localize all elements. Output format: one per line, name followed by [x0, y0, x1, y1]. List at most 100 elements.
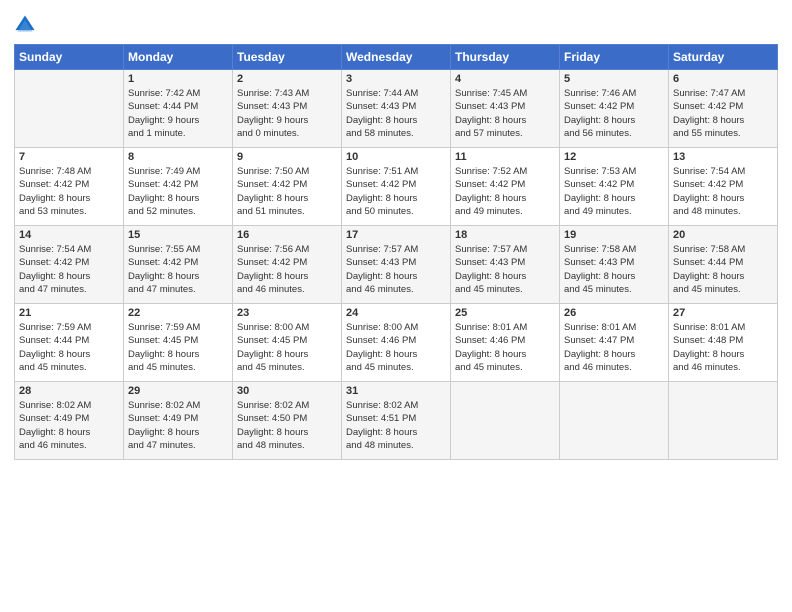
calendar-cell: 26 Sunrise: 8:01 AM Sunset: 4:47 PM Dayli…: [560, 304, 669, 382]
calendar-cell: 27 Sunrise: 8:01 AM Sunset: 4:48 PM Dayli…: [669, 304, 778, 382]
day-info: Sunrise: 7:57 AM Sunset: 4:43 PM Dayligh…: [346, 243, 446, 296]
day-info: Sunrise: 7:59 AM Sunset: 4:44 PM Dayligh…: [19, 321, 119, 374]
day-number: 29: [128, 385, 228, 397]
day-number: 20: [673, 229, 773, 241]
calendar-cell: [669, 382, 778, 460]
day-number: 9: [237, 151, 337, 163]
day-number: 15: [128, 229, 228, 241]
week-row-3: 14 Sunrise: 7:54 AM Sunset: 4:42 PM Dayli…: [15, 226, 778, 304]
calendar-cell: 3 Sunrise: 7:44 AM Sunset: 4:43 PM Daylig…: [342, 70, 451, 148]
calendar-cell: 10Sunrise: 7:51 AM Sunset: 4:42 PM Dayli…: [342, 148, 451, 226]
calendar-cell: 30Sunrise: 8:02 AM Sunset: 4:50 PM Dayli…: [233, 382, 342, 460]
day-info: Sunrise: 7:57 AM Sunset: 4:43 PM Dayligh…: [455, 243, 555, 296]
day-info: Sunrise: 7:58 AM Sunset: 4:44 PM Dayligh…: [673, 243, 773, 296]
day-header-sunday: Sunday: [15, 45, 124, 70]
day-number: 5: [564, 73, 664, 85]
calendar-cell: 5 Sunrise: 7:46 AM Sunset: 4:42 PM Daylig…: [560, 70, 669, 148]
calendar-cell: 22 Sunrise: 7:59 AM Sunset: 4:45 PM Dayli…: [124, 304, 233, 382]
calendar-cell: [560, 382, 669, 460]
calendar-cell: 18 Sunrise: 7:57 AM Sunset: 4:43 PM Dayli…: [451, 226, 560, 304]
day-info: Sunrise: 7:59 AM Sunset: 4:45 PM Dayligh…: [128, 321, 228, 374]
calendar-cell: 21 Sunrise: 7:59 AM Sunset: 4:44 PM Dayli…: [15, 304, 124, 382]
day-number: 12: [564, 151, 664, 163]
day-number: 13: [673, 151, 773, 163]
calendar-cell: 6Sunrise: 7:47 AM Sunset: 4:42 PM Daylig…: [669, 70, 778, 148]
calendar-cell: 15 Sunrise: 7:55 AM Sunset: 4:42 PM Dayli…: [124, 226, 233, 304]
day-number: 26: [564, 307, 664, 319]
day-header-saturday: Saturday: [669, 45, 778, 70]
main-container: SundayMondayTuesdayWednesdayThursdayFrid…: [0, 0, 792, 470]
calendar-cell: 8 Sunrise: 7:49 AM Sunset: 4:42 PM Daylig…: [124, 148, 233, 226]
day-info: Sunrise: 7:49 AM Sunset: 4:42 PM Dayligh…: [128, 165, 228, 218]
calendar-cell: 17 Sunrise: 7:57 AM Sunset: 4:43 PM Dayli…: [342, 226, 451, 304]
day-info: Sunrise: 7:53 AM Sunset: 4:42 PM Dayligh…: [564, 165, 664, 218]
day-header-wednesday: Wednesday: [342, 45, 451, 70]
logo: [14, 14, 40, 36]
day-info: Sunrise: 8:02 AM Sunset: 4:49 PM Dayligh…: [128, 399, 228, 452]
calendar-cell: 31 Sunrise: 8:02 AM Sunset: 4:51 PM Dayli…: [342, 382, 451, 460]
day-number: 10: [346, 151, 446, 163]
day-info: Sunrise: 8:01 AM Sunset: 4:48 PM Dayligh…: [673, 321, 773, 374]
day-info: Sunrise: 7:46 AM Sunset: 4:42 PM Dayligh…: [564, 87, 664, 140]
day-info: Sunrise: 7:56 AM Sunset: 4:42 PM Dayligh…: [237, 243, 337, 296]
day-number: 14: [19, 229, 119, 241]
calendar-cell: [451, 382, 560, 460]
logo-icon: [14, 14, 36, 36]
calendar-cell: 29 Sunrise: 8:02 AM Sunset: 4:49 PM Dayli…: [124, 382, 233, 460]
day-number: 19: [564, 229, 664, 241]
day-info: Sunrise: 8:00 AM Sunset: 4:45 PM Dayligh…: [237, 321, 337, 374]
day-number: 24: [346, 307, 446, 319]
calendar-cell: 19 Sunrise: 7:58 AM Sunset: 4:43 PM Dayli…: [560, 226, 669, 304]
calendar-cell: 20 Sunrise: 7:58 AM Sunset: 4:44 PM Dayli…: [669, 226, 778, 304]
calendar-cell: 13 Sunrise: 7:54 AM Sunset: 4:42 PM Dayli…: [669, 148, 778, 226]
day-number: 3: [346, 73, 446, 85]
day-number: 21: [19, 307, 119, 319]
calendar-cell: 16 Sunrise: 7:56 AM Sunset: 4:42 PM Dayli…: [233, 226, 342, 304]
day-info: Sunrise: 7:54 AM Sunset: 4:42 PM Dayligh…: [19, 243, 119, 296]
day-number: 22: [128, 307, 228, 319]
day-number: 30: [237, 385, 337, 397]
day-number: 1: [128, 73, 228, 85]
day-number: 31: [346, 385, 446, 397]
calendar-cell: 4Sunrise: 7:45 AM Sunset: 4:43 PM Daylig…: [451, 70, 560, 148]
day-number: 23: [237, 307, 337, 319]
header-row: SundayMondayTuesdayWednesdayThursdayFrid…: [15, 45, 778, 70]
day-info: Sunrise: 7:50 AM Sunset: 4:42 PM Dayligh…: [237, 165, 337, 218]
day-info: Sunrise: 8:00 AM Sunset: 4:46 PM Dayligh…: [346, 321, 446, 374]
calendar-cell: 14 Sunrise: 7:54 AM Sunset: 4:42 PM Dayli…: [15, 226, 124, 304]
day-info: Sunrise: 8:02 AM Sunset: 4:51 PM Dayligh…: [346, 399, 446, 452]
calendar-table: SundayMondayTuesdayWednesdayThursdayFrid…: [14, 44, 778, 460]
day-number: 16: [237, 229, 337, 241]
day-number: 25: [455, 307, 555, 319]
day-number: 27: [673, 307, 773, 319]
day-number: 11: [455, 151, 555, 163]
day-number: 18: [455, 229, 555, 241]
calendar-cell: 7 Sunrise: 7:48 AM Sunset: 4:42 PM Daylig…: [15, 148, 124, 226]
day-info: Sunrise: 7:47 AM Sunset: 4:42 PM Dayligh…: [673, 87, 773, 140]
calendar-cell: [15, 70, 124, 148]
day-number: 4: [455, 73, 555, 85]
day-number: 7: [19, 151, 119, 163]
day-info: Sunrise: 7:55 AM Sunset: 4:42 PM Dayligh…: [128, 243, 228, 296]
day-number: 28: [19, 385, 119, 397]
day-info: Sunrise: 8:01 AM Sunset: 4:47 PM Dayligh…: [564, 321, 664, 374]
week-row-4: 21 Sunrise: 7:59 AM Sunset: 4:44 PM Dayli…: [15, 304, 778, 382]
day-header-friday: Friday: [560, 45, 669, 70]
day-header-monday: Monday: [124, 45, 233, 70]
day-info: Sunrise: 7:54 AM Sunset: 4:42 PM Dayligh…: [673, 165, 773, 218]
day-number: 8: [128, 151, 228, 163]
calendar-cell: 12 Sunrise: 7:53 AM Sunset: 4:42 PM Dayli…: [560, 148, 669, 226]
day-info: Sunrise: 8:02 AM Sunset: 4:49 PM Dayligh…: [19, 399, 119, 452]
day-info: Sunrise: 7:58 AM Sunset: 4:43 PM Dayligh…: [564, 243, 664, 296]
calendar-cell: 2 Sunrise: 7:43 AM Sunset: 4:43 PM Daylig…: [233, 70, 342, 148]
day-header-thursday: Thursday: [451, 45, 560, 70]
calendar-cell: 23 Sunrise: 8:00 AM Sunset: 4:45 PM Dayli…: [233, 304, 342, 382]
day-info: Sunrise: 7:44 AM Sunset: 4:43 PM Dayligh…: [346, 87, 446, 140]
calendar-cell: 11Sunrise: 7:52 AM Sunset: 4:42 PM Dayli…: [451, 148, 560, 226]
day-number: 2: [237, 73, 337, 85]
day-info: Sunrise: 7:48 AM Sunset: 4:42 PM Dayligh…: [19, 165, 119, 218]
week-row-5: 28 Sunrise: 8:02 AM Sunset: 4:49 PM Dayli…: [15, 382, 778, 460]
day-info: Sunrise: 7:43 AM Sunset: 4:43 PM Dayligh…: [237, 87, 337, 140]
day-number: 17: [346, 229, 446, 241]
calendar-cell: 1Sunrise: 7:42 AM Sunset: 4:44 PM Daylig…: [124, 70, 233, 148]
